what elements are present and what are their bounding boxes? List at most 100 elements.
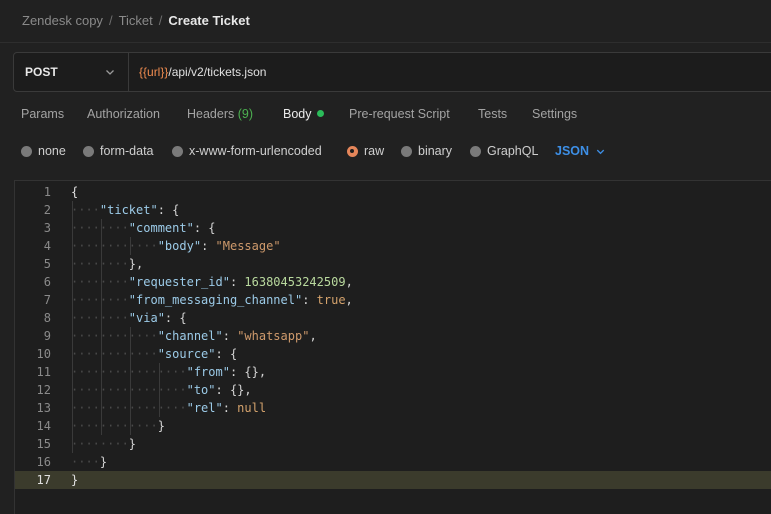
code-text: ········"requester_id": 16380453242509,: [71, 273, 353, 291]
body-type-binary[interactable]: binary: [401, 144, 470, 158]
radio-selected-icon[interactable]: [347, 145, 358, 157]
request-title[interactable]: Create Ticket: [168, 13, 249, 28]
code-token: "Message": [215, 239, 281, 253]
code-token: }: [157, 419, 165, 433]
code-text: ············"channel": "whatsapp",: [71, 327, 317, 345]
code-token: "from_messaging_channel": [128, 293, 303, 307]
line-number: 15: [36, 437, 51, 451]
breadcrumb-collection[interactable]: Zendesk copy: [22, 13, 103, 28]
line-number: 16: [36, 455, 51, 469]
code-token: : {: [157, 203, 180, 217]
radio-icon[interactable]: [83, 145, 94, 157]
code-token: : {},: [229, 365, 267, 379]
code-token: "body": [157, 239, 202, 253]
code-line[interactable]: 10 ············"source": {: [15, 345, 771, 363]
code-token: "comment": [128, 221, 194, 235]
code-token: :: [302, 293, 317, 307]
code-token: : {},: [215, 383, 252, 397]
code-line[interactable]: 9 ············"channel": "whatsapp",: [15, 327, 771, 345]
code-line[interactable]: 12 ················"to": {},: [15, 381, 771, 399]
code-token: null: [237, 401, 267, 415]
code-line[interactable]: 1{: [15, 183, 771, 201]
body-type-raw[interactable]: raw: [347, 144, 401, 158]
code-text: ········"from_messaging_channel": true,: [71, 291, 353, 309]
code-line[interactable]: 2 ····"ticket": {: [15, 201, 771, 219]
code-line[interactable]: 13················"rel": null: [15, 399, 771, 417]
url-path: /api/v2/tickets.json: [168, 65, 267, 79]
line-number: 2: [43, 203, 51, 217]
code-text: }: [71, 471, 78, 489]
radio-icon[interactable]: [401, 145, 412, 157]
tab-tests[interactable]: Tests: [478, 107, 532, 121]
language-select[interactable]: JSON: [555, 144, 606, 158]
body-type-graphql[interactable]: GraphQL: [470, 144, 555, 158]
code-token: "via": [128, 311, 165, 325]
code-text: ········"via": {: [71, 309, 187, 327]
code-token: 16380453242509: [244, 275, 346, 289]
code-line[interactable]: 6 ········"requester_id": 16380453242509,: [15, 273, 771, 291]
headers-count-badge: (9): [237, 107, 254, 121]
code-line[interactable]: 8 ········"via": {: [15, 309, 771, 327]
code-line[interactable]: 16 ····}: [15, 453, 771, 471]
code-editor[interactable]: 1{2····"ticket": {3········"comment": {4…: [14, 180, 771, 514]
code-text: {: [71, 183, 78, 201]
whitespace-dots: ············: [71, 347, 158, 361]
code-token: :: [222, 329, 238, 343]
code-line[interactable]: 14 ············}: [15, 417, 771, 435]
line-number: 1: [43, 185, 51, 199]
code-line[interactable]: 7 ········"from_messaging_channel": true,: [15, 291, 771, 309]
indent-guide: [129, 237, 131, 255]
code-token: : {: [164, 311, 187, 325]
body-type-form-data[interactable]: form-data: [83, 144, 172, 158]
body-type-label: none: [38, 144, 66, 158]
code-text: ········}: [71, 435, 136, 453]
line-number: 12: [36, 383, 51, 397]
code-token: "whatsapp": [237, 329, 310, 343]
body-type-urlencoded[interactable]: x-www-form-urlencoded: [172, 144, 347, 158]
body-type-label: binary: [418, 144, 453, 158]
code-line[interactable]: 17}: [15, 471, 771, 489]
indent-guide: [72, 201, 73, 453]
code-line[interactable]: 5 ········},: [15, 255, 771, 273]
line-number: 6: [43, 275, 51, 289]
breadcrumb-folder[interactable]: Ticket: [119, 13, 153, 28]
body-type-label: x-www-form-urlencoded: [189, 144, 322, 158]
whitespace-dots: ····: [71, 455, 100, 469]
code-token: "from": [186, 365, 230, 379]
url-input[interactable]: {{url}}/api/v2/tickets.json: [129, 53, 771, 91]
code-line[interactable]: 11················"from": {},: [15, 363, 771, 381]
whitespace-dots: ············: [71, 329, 158, 343]
code-token: }: [71, 473, 79, 487]
code-line[interactable]: 15 ········}: [15, 435, 771, 453]
whitespace-dots: ····: [71, 203, 100, 217]
tab-headers[interactable]: Headers (9): [187, 107, 283, 121]
chevron-down-icon: [102, 64, 118, 80]
line-number: 9: [43, 329, 51, 343]
whitespace-dots: ············: [71, 419, 158, 433]
tab-headers-label: Headers: [187, 107, 235, 121]
request-tabs: Params Authorization Headers (9) Body Pr…: [21, 107, 592, 121]
radio-icon[interactable]: [21, 145, 32, 157]
line-number: 14: [36, 419, 51, 433]
tab-authorization[interactable]: Authorization: [87, 107, 187, 121]
tab-pre-request-script[interactable]: Pre-request Script: [349, 107, 478, 121]
radio-icon[interactable]: [172, 145, 183, 157]
method-select[interactable]: POST: [14, 53, 129, 91]
code-token: ,: [309, 329, 317, 343]
code-text: ····}: [71, 453, 107, 471]
tab-params[interactable]: Params: [21, 107, 87, 121]
code-text: ········},: [71, 255, 143, 273]
tab-settings[interactable]: Settings: [532, 107, 592, 121]
radio-icon[interactable]: [470, 145, 481, 157]
tab-body[interactable]: Body: [283, 107, 349, 121]
code-token: "ticket": [99, 203, 158, 217]
code-token: {: [71, 185, 79, 199]
code-line[interactable]: 3 ········"comment": {: [15, 219, 771, 237]
line-number: 17: [36, 473, 51, 487]
active-indicator-dot: [316, 110, 324, 117]
indent-guide: [100, 219, 102, 435]
code-token: "to": [186, 383, 216, 397]
body-type-label: raw: [364, 144, 385, 158]
code-line[interactable]: 4 ············"body": "Message": [15, 237, 771, 255]
body-type-none[interactable]: none: [21, 144, 83, 158]
